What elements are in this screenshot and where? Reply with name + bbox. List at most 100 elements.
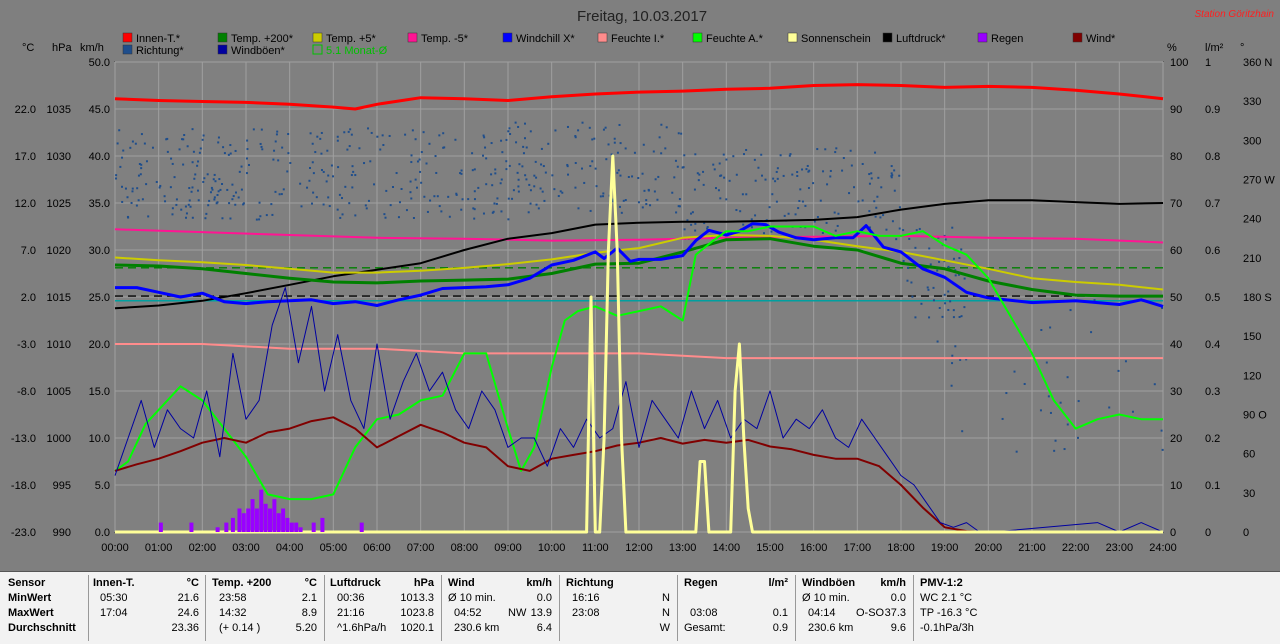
axis-tick-percent: 50 bbox=[1170, 292, 1182, 304]
x-tick-label: 16:00 bbox=[800, 542, 828, 554]
direction-point bbox=[208, 199, 211, 202]
axis-tick-deg: 330 bbox=[1243, 96, 1261, 108]
direction-point bbox=[330, 164, 333, 167]
direction-point bbox=[742, 223, 745, 226]
direction-point bbox=[352, 170, 355, 173]
direction-point bbox=[712, 163, 715, 166]
direction-point bbox=[309, 132, 312, 135]
direction-point bbox=[265, 214, 268, 217]
direction-point bbox=[627, 176, 630, 179]
direction-point bbox=[641, 172, 644, 175]
axis-tick-kmh: 0.0 bbox=[95, 527, 110, 539]
direction-point bbox=[319, 137, 322, 140]
direction-point bbox=[702, 183, 705, 186]
direction-point bbox=[660, 123, 663, 126]
direction-point bbox=[836, 224, 839, 227]
axis-tick-deg: 60 bbox=[1243, 449, 1255, 461]
direction-point bbox=[274, 140, 277, 143]
x-tick-label: 01:00 bbox=[145, 542, 173, 554]
direction-point bbox=[938, 260, 941, 263]
direction-point bbox=[289, 161, 292, 164]
axis-tick-celsius: -3.0 bbox=[17, 339, 36, 351]
direction-point bbox=[231, 183, 234, 186]
direction-point bbox=[485, 157, 488, 160]
direction-point bbox=[286, 170, 289, 173]
direction-point bbox=[482, 212, 485, 215]
direction-point bbox=[675, 211, 678, 214]
direction-point bbox=[787, 212, 790, 215]
stats-temp200-col: Temp. +200 °C 23:58 2.1 14:32 8.9 (+ 0.14 )… bbox=[212, 576, 317, 636]
direction-point bbox=[870, 177, 873, 180]
direction-point bbox=[373, 183, 376, 186]
direction-point bbox=[622, 199, 625, 202]
direction-point bbox=[494, 172, 497, 175]
axis-tick-deg: 270 W bbox=[1243, 175, 1275, 187]
direction-point bbox=[255, 218, 258, 221]
direction-point bbox=[528, 183, 531, 186]
direction-point bbox=[947, 265, 950, 268]
direction-point bbox=[879, 216, 882, 219]
direction-point bbox=[420, 151, 423, 154]
direction-point bbox=[137, 174, 140, 177]
stats-regen-unit: l/m² bbox=[768, 577, 788, 589]
direction-point bbox=[205, 212, 208, 215]
direction-point bbox=[343, 131, 346, 134]
direction-point bbox=[719, 174, 722, 177]
direction-point bbox=[400, 187, 403, 190]
direction-point bbox=[126, 196, 129, 199]
direction-point bbox=[805, 168, 808, 171]
direction-point bbox=[566, 165, 569, 168]
direction-point bbox=[1063, 448, 1066, 451]
direction-point bbox=[868, 182, 871, 185]
direction-point bbox=[228, 202, 231, 205]
direction-point bbox=[771, 193, 774, 196]
direction-point bbox=[806, 164, 809, 167]
direction-point bbox=[349, 128, 352, 131]
direction-point bbox=[494, 168, 497, 171]
direction-point bbox=[410, 161, 413, 164]
direction-point bbox=[533, 174, 536, 177]
direction-point bbox=[245, 157, 248, 160]
direction-point bbox=[185, 212, 188, 215]
direction-point bbox=[637, 201, 640, 204]
x-tick-label: 00:00 bbox=[101, 542, 129, 554]
direction-point bbox=[753, 158, 756, 161]
axis-tick-celsius: -13.0 bbox=[11, 433, 36, 445]
direction-point bbox=[235, 191, 238, 194]
direction-point bbox=[376, 135, 379, 138]
direction-point bbox=[222, 146, 225, 149]
axis-tick-lm2: 0.3 bbox=[1205, 386, 1220, 398]
direction-point bbox=[660, 152, 663, 155]
direction-point bbox=[522, 145, 525, 148]
direction-point bbox=[326, 149, 329, 152]
stats-wind-unit: km/h bbox=[526, 577, 552, 589]
direction-point bbox=[1005, 392, 1008, 395]
stats-temp200-min-time: 23:58 bbox=[219, 592, 247, 604]
direction-point bbox=[134, 142, 137, 145]
legend-swatch bbox=[1072, 32, 1083, 43]
axis-tick-percent: 20 bbox=[1170, 433, 1182, 445]
axis-tick-celsius: 2.0 bbox=[21, 292, 36, 304]
direction-point bbox=[426, 210, 429, 213]
direction-point bbox=[1013, 370, 1016, 373]
direction-point bbox=[189, 205, 192, 208]
direction-point bbox=[429, 199, 432, 202]
direction-point bbox=[798, 199, 801, 202]
direction-point bbox=[547, 142, 550, 145]
direction-point bbox=[947, 309, 950, 312]
direction-point bbox=[273, 149, 276, 152]
direction-point bbox=[841, 169, 844, 172]
direction-point bbox=[336, 135, 339, 138]
direction-point bbox=[282, 188, 285, 191]
direction-point bbox=[807, 170, 810, 173]
direction-point bbox=[505, 138, 508, 141]
direction-point bbox=[500, 210, 503, 213]
direction-point bbox=[261, 148, 264, 151]
direction-point bbox=[227, 153, 230, 156]
direction-point bbox=[204, 217, 207, 220]
direction-point bbox=[404, 133, 407, 136]
axis-tick-hpa: 1005 bbox=[47, 386, 71, 398]
axis-tick-lm2: 0.8 bbox=[1205, 151, 1220, 163]
legend-swatch bbox=[312, 32, 323, 43]
direction-point bbox=[754, 179, 757, 182]
